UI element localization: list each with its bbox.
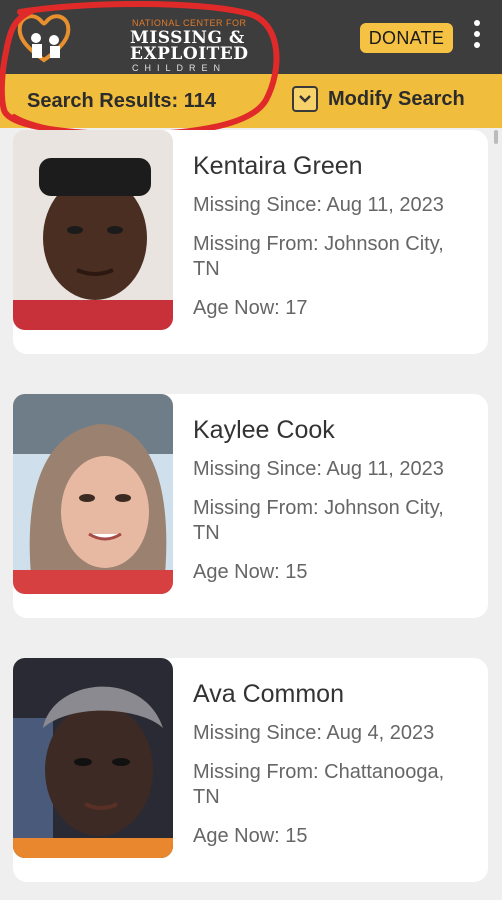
- logo-children-text: CHILDREN: [132, 63, 227, 73]
- missing-child-card[interactable]: Ava Common Missing Since: Aug 4, 2023 Mi…: [13, 658, 488, 882]
- modify-search-button[interactable]: Modify Search: [292, 86, 465, 112]
- child-name[interactable]: Ava Common: [193, 680, 344, 709]
- heart-logo-icon: [17, 14, 71, 63]
- age-now: Age Now: 15: [193, 825, 308, 847]
- missing-from-state: TN: [193, 522, 220, 544]
- missing-since: Missing Since: Aug 11, 2023: [193, 194, 444, 216]
- missing-from-state: TN: [193, 786, 220, 808]
- modify-search-label: Modify Search: [328, 87, 465, 110]
- child-name[interactable]: Kentaira Green: [193, 152, 363, 181]
- age-now: Age Now: 15: [193, 561, 308, 583]
- missing-child-card[interactable]: Kentaira Green Missing Since: Aug 11, 20…: [13, 130, 488, 354]
- logo-small-text: NATIONAL CENTER FOR: [132, 18, 247, 28]
- logo-exploited-text: EXPLOITED: [130, 44, 249, 64]
- missing-from: Missing From: Johnson City,: [193, 497, 444, 519]
- child-photo: [13, 130, 173, 330]
- child-name[interactable]: Kaylee Cook: [193, 416, 335, 445]
- missing-from: Missing From: Chattanooga,: [193, 761, 445, 783]
- missing-from-state: TN: [193, 258, 220, 280]
- chevron-down-icon: [292, 86, 318, 112]
- missing-from: Missing From: Johnson City,: [193, 233, 444, 255]
- age-now: Age Now: 17: [193, 297, 308, 319]
- ncmec-logo[interactable]: NATIONAL CENTER FOR MISSING & EXPLOITED …: [10, 6, 260, 73]
- kebab-menu-icon[interactable]: [470, 20, 484, 56]
- scrollbar[interactable]: [494, 130, 498, 144]
- child-photo: [13, 394, 173, 594]
- donate-button[interactable]: DONATE: [360, 23, 453, 53]
- missing-child-card[interactable]: Kaylee Cook Missing Since: Aug 11, 2023 …: [13, 394, 488, 618]
- missing-since: Missing Since: Aug 4, 2023: [193, 722, 435, 744]
- child-photo: [13, 658, 173, 858]
- search-results-count: Search Results: 114: [27, 90, 216, 112]
- missing-since: Missing Since: Aug 11, 2023: [193, 458, 444, 480]
